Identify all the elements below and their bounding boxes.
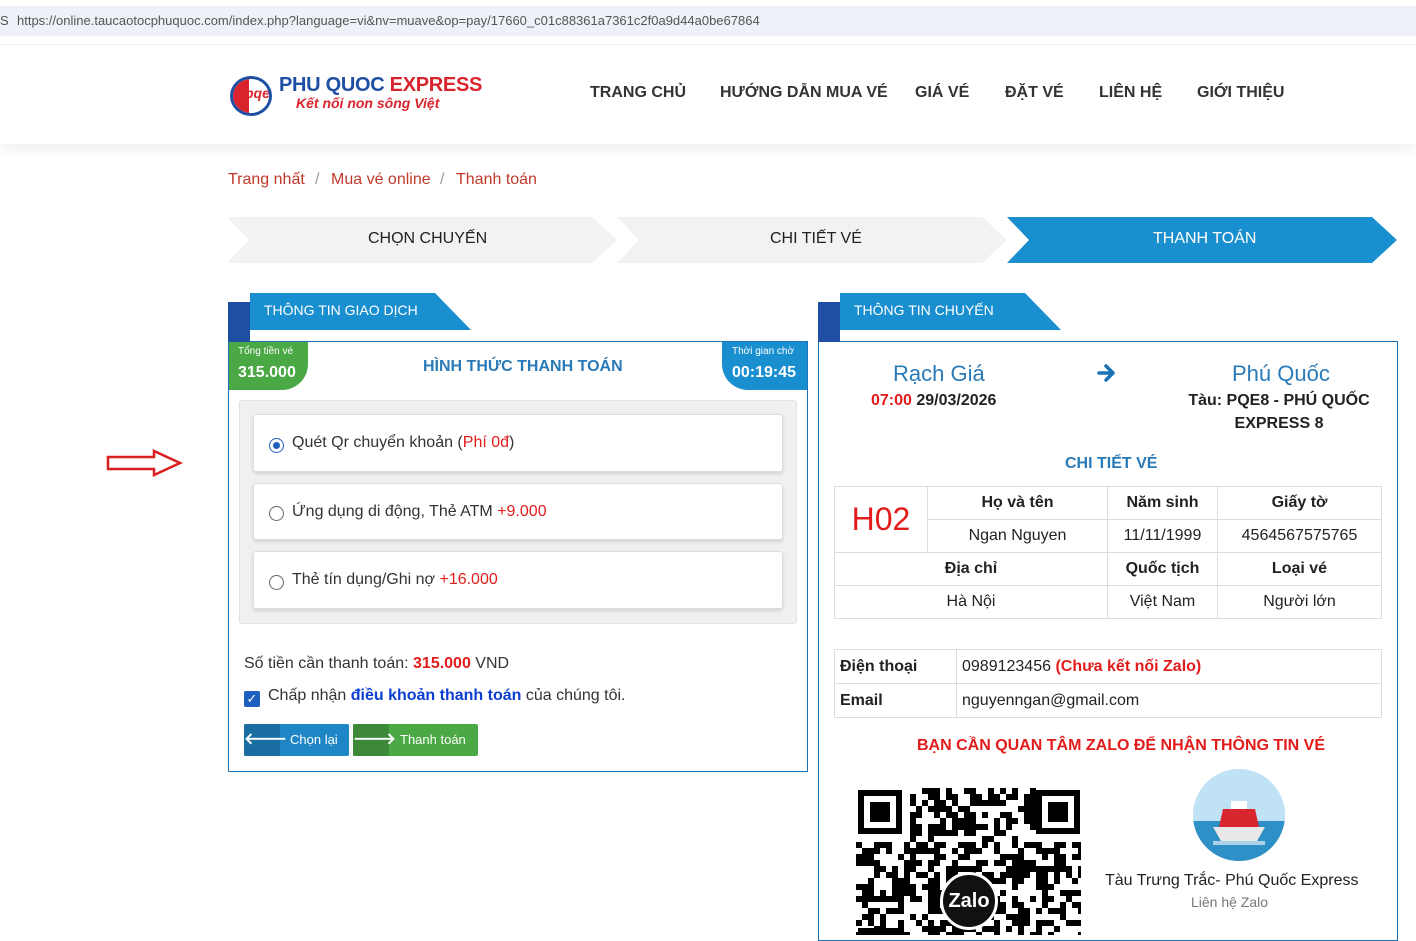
breadcrumb-sep: / <box>315 171 320 188</box>
timer-badge: Thời gian chờ 00:19:45 <box>722 342 807 390</box>
breadcrumb-current: Thanh toán <box>456 171 537 188</box>
td-birth-year: 11/11/1999 <box>1107 519 1218 553</box>
td-name: Ngan Nguyen <box>927 519 1108 553</box>
td-nationality: Việt Nam <box>1107 585 1218 619</box>
step-ticket-detail: CHI TIẾT VÉ <box>770 230 862 247</box>
th-birth-year: Năm sinh <box>1107 486 1218 520</box>
arrow-left-icon: 🡐 <box>244 724 287 756</box>
accept-terms-text: Chấp nhận điều khoản thanh toán của chún… <box>268 687 626 704</box>
breadcrumb-home[interactable]: Trang nhất <box>228 171 305 189</box>
pay-button[interactable]: 🡒 Thanh toán <box>353 724 478 756</box>
back-button[interactable]: 🡐 Chọn lại <box>244 724 349 756</box>
zalo-status: (Chưa kết nối Zalo) <box>1055 657 1202 675</box>
zalo-logo-icon: Zalo <box>940 872 998 930</box>
amount-to-pay: Số tiền cần thanh toán: 315.000 VND <box>244 655 510 672</box>
email-label: Email <box>834 683 957 718</box>
td-address: Hà Nội <box>834 585 1108 619</box>
arrow-right-icon: 🡒 <box>353 724 396 756</box>
option-credit-card[interactable]: Thẻ tín dụng/Ghi nợ +16.000 <box>253 551 783 609</box>
ship-line-1: Tàu: PQE8 - PHÚ QUỐC <box>1188 392 1370 409</box>
contact-table: Điện thoại 0989123456 (Chưa kết nối Zalo… <box>834 649 1382 718</box>
breadcrumb-buy-online[interactable]: Mua vé online <box>331 171 431 189</box>
tab-edge <box>818 302 840 342</box>
radio-mobile-atm[interactable] <box>269 506 284 521</box>
logo-title-part2: EXPRESS <box>389 74 483 96</box>
seat-number: H02 <box>834 486 928 553</box>
th-address: Địa chỉ <box>834 552 1108 586</box>
timer-label: Thời gian chờ <box>732 346 795 357</box>
pay-button-label: Thanh toán <box>400 732 466 747</box>
th-ticket-type: Loại vé <box>1217 552 1382 586</box>
nav-booking[interactable]: ĐẶT VÉ <box>1005 84 1064 102</box>
email-value: nguyenngan@gmail.com <box>956 683 1382 718</box>
step-payment: THANH TOÁN <box>1153 230 1257 247</box>
trip-tab-label: THÔNG TIN CHUYẾN <box>854 302 994 318</box>
total-badge: Tổng tiền vé 315.000 <box>229 342 308 390</box>
ship-line-2: EXPRESS 8 <box>1234 415 1324 432</box>
logo-icon[interactable]: pqe <box>230 76 272 116</box>
th-nationality: Quốc tịch <box>1107 552 1218 586</box>
option-credit-card-text: Thẻ tín dụng/Ghi nợ +16.000 <box>292 571 498 588</box>
nav-price[interactable]: GIÁ VÉ <box>915 84 969 102</box>
departure-city: Rạch Giá <box>893 361 985 386</box>
transaction-tab-label: THÔNG TIN GIAO DỊCH <box>264 302 418 318</box>
arrival-city: Phú Quốc <box>1232 361 1330 386</box>
option-mobile-atm-text: Ứng dụng di động, Thẻ ATM +9.000 <box>292 503 547 520</box>
logo-letters: pqe <box>245 85 270 101</box>
timer-value: 00:19:45 <box>732 364 797 381</box>
nav-contact[interactable]: LIÊN HỆ <box>1099 84 1162 102</box>
zalo-avatar <box>1193 769 1285 861</box>
ticket-detail-title: CHI TIẾT VÉ <box>1065 455 1158 472</box>
option-mobile-atm[interactable]: Ứng dụng di động, Thẻ ATM +9.000 <box>253 483 783 540</box>
nav-guide[interactable]: HƯỚNG DẪN MUA VÉ <box>720 84 888 102</box>
annotation-arrow-icon <box>106 449 183 477</box>
logo-title[interactable]: PHU QUOC EXPRESS <box>279 74 482 97</box>
zalo-notice: BẠN CẦN QUAN TÂM ZALO ĐỂ NHẬN THÔNG TIN … <box>917 737 1325 754</box>
ticket-table: H02 Họ và tên Năm sinh Giấy tờ Ngan Nguy… <box>834 486 1382 619</box>
td-ticket-type: Người lớn <box>1217 585 1382 619</box>
url-text[interactable]: https://online.taucaotocphuquoc.com/inde… <box>17 13 760 28</box>
zalo-account-name: Tàu Trưng Trắc- Phú Quốc Express <box>1105 872 1359 889</box>
total-value: 315.000 <box>238 364 296 381</box>
breadcrumb-sep: / <box>440 171 445 188</box>
logo-title-part1: PHU QUOC <box>279 74 385 96</box>
payment-method-title: HÌNH THỨC THANH TOÁN <box>423 358 623 375</box>
th-name: Họ và tên <box>927 486 1108 520</box>
zalo-contact-link[interactable]: Liên hệ Zalo <box>1191 894 1268 910</box>
nav-about[interactable]: GIỚI THIỆU <box>1197 84 1284 102</box>
ship-info: Tàu: PQE8 - PHÚ QUỐC EXPRESS 8 <box>1180 389 1378 435</box>
departure-datetime: 07:00 29/03/2026 <box>871 392 997 409</box>
radio-credit-card[interactable] <box>269 575 284 590</box>
phone-label: Điện thoại <box>834 649 957 684</box>
radio-qr[interactable] <box>269 438 284 453</box>
option-qr-text: Quét Qr chuyển khoản (Phí 0đ) <box>292 434 515 451</box>
td-id-doc: 4564567575765 <box>1217 519 1382 553</box>
tab-edge <box>228 302 250 342</box>
back-button-label: Chọn lại <box>290 732 338 747</box>
browser-address-bar: S https://online.taucaotocphuquoc.com/in… <box>0 0 1416 44</box>
terms-link[interactable]: điều khoản thanh toán <box>351 687 522 704</box>
total-label: Tổng tiền vé <box>238 346 294 357</box>
arrow-right-icon <box>1097 364 1115 382</box>
accept-terms-checkbox[interactable]: ✓ <box>244 691 260 707</box>
nav-home[interactable]: TRANG CHỦ <box>590 84 686 102</box>
th-id-doc: Giấy tờ <box>1217 486 1382 520</box>
phone-value: 0989123456 (Chưa kết nối Zalo) <box>956 649 1382 684</box>
address-edge-char: S <box>0 13 9 28</box>
step-choose-trip: CHỌN CHUYẾN <box>368 230 488 247</box>
option-qr-transfer[interactable]: Quét Qr chuyển khoản (Phí 0đ) <box>253 414 783 472</box>
logo-subtitle: Kết nối non sông Việt <box>296 95 440 111</box>
